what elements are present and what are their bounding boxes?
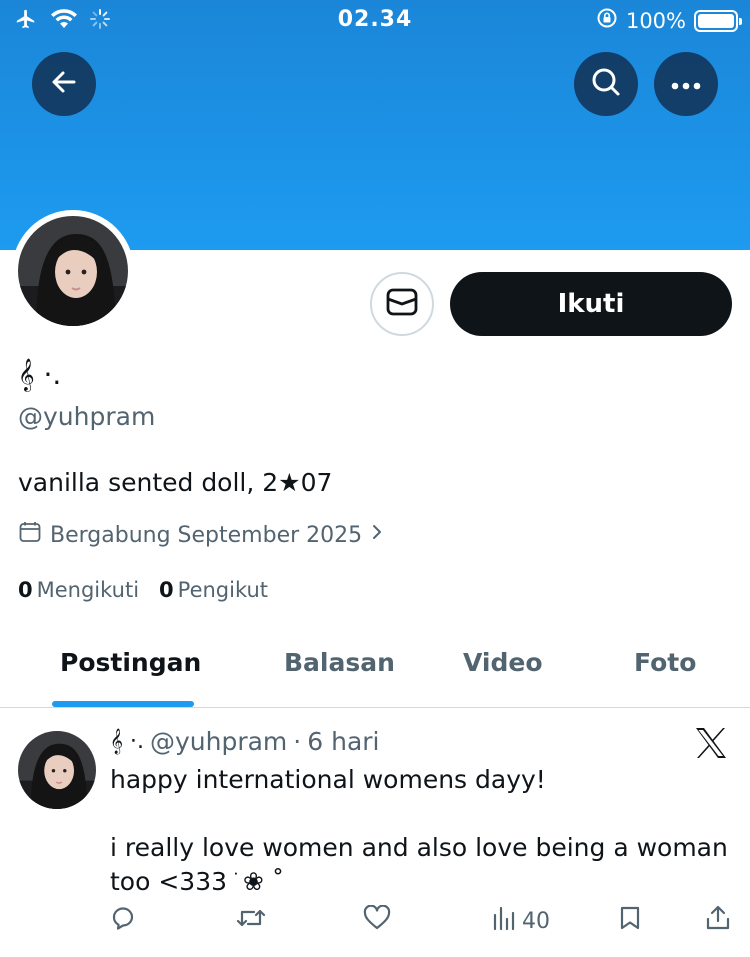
repost-icon <box>236 905 266 937</box>
profile-bio: vanilla sented doll, 2★07 <box>18 468 333 497</box>
post-time: 6 hari <box>307 727 380 756</box>
search-button[interactable] <box>574 52 638 116</box>
views-icon <box>492 905 516 937</box>
back-button[interactable] <box>32 52 96 116</box>
tab-balasan[interactable]: Balasan <box>284 648 395 677</box>
post-header: 𝄞 ⋅. @yuhpram · 6 hari <box>110 727 380 756</box>
joined-text: Bergabung September 2025 <box>50 522 363 548</box>
views-count: 40 <box>522 908 550 934</box>
follow-button[interactable]: Ikuti <box>450 272 732 336</box>
calendar-icon <box>18 520 42 550</box>
battery-icon <box>694 9 742 32</box>
orientation-lock-icon <box>596 7 618 34</box>
more-icon <box>671 75 701 94</box>
tab-video[interactable]: Video <box>463 648 543 677</box>
chevron-right-icon <box>370 522 384 548</box>
profile-handle: @yuhpram <box>18 402 156 431</box>
following-stat[interactable]: 0 Mengikuti <box>18 578 139 602</box>
post-author-handle[interactable]: @yuhpram <box>150 727 287 756</box>
bookmark-button[interactable] <box>619 905 641 937</box>
more-options-button[interactable] <box>654 52 718 116</box>
post-actions: 40 <box>0 904 750 941</box>
post-author-name[interactable]: 𝄞 ⋅. <box>110 729 144 756</box>
active-tab-indicator <box>52 701 194 707</box>
follow-stats: 0 Mengikuti 0 Pengikut <box>18 578 268 602</box>
share-button[interactable] <box>705 905 731 937</box>
profile-avatar[interactable] <box>12 210 134 332</box>
x-logo-icon <box>694 727 728 763</box>
post-item[interactable]: 𝄞 ⋅. @yuhpram · 6 hari happy internation… <box>0 709 750 957</box>
message-button[interactable] <box>370 272 434 336</box>
post-text: happy international womens dayy! i reall… <box>110 765 728 896</box>
tab-postingan[interactable]: Postingan <box>60 648 201 677</box>
profile-tabs: Postingan Balasan Video Foto <box>0 628 750 708</box>
battery-percentage: 100% <box>625 8 686 33</box>
following-count: 0 <box>18 578 33 602</box>
arrow-left-icon <box>49 67 79 101</box>
status-right: 100% <box>596 7 742 34</box>
heart-icon <box>363 904 391 937</box>
joined-date[interactable]: Bergabung September 2025 <box>18 520 384 550</box>
reply-button[interactable] <box>110 905 136 937</box>
followers-stat[interactable]: 0 Pengikut <box>159 578 268 602</box>
like-button[interactable] <box>363 904 391 937</box>
views-button[interactable]: 40 <box>492 905 550 937</box>
share-icon <box>705 905 731 937</box>
mail-icon <box>385 287 419 321</box>
reply-icon <box>110 905 136 937</box>
bookmark-icon <box>619 905 641 937</box>
status-bar: 02.34 100% <box>0 0 750 40</box>
post-avatar[interactable] <box>18 731 96 809</box>
followers-label: Pengikut <box>177 578 269 602</box>
display-name: 𝄞 ⋅. <box>18 358 62 391</box>
followers-count: 0 <box>159 578 174 602</box>
avatar-photo <box>18 216 128 326</box>
repost-button[interactable] <box>236 905 266 937</box>
tab-foto[interactable]: Foto <box>634 648 696 677</box>
search-icon <box>590 66 622 102</box>
following-label: Mengikuti <box>36 578 140 602</box>
post-separator: · <box>293 727 302 756</box>
